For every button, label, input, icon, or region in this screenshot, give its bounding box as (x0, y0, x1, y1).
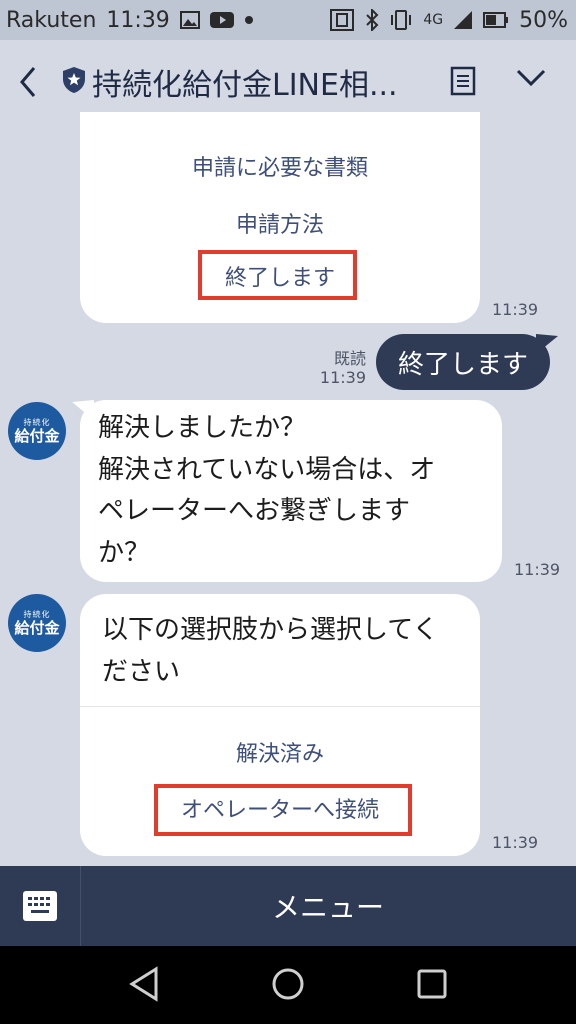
bot-avatar[interactable]: 持続化 給付金 (8, 594, 66, 652)
message-time: 11:39 (492, 300, 539, 319)
sent-message: 終了します (376, 334, 550, 390)
network-type: 4G (423, 12, 444, 28)
message-line: 解決されていない場合は、オ (98, 454, 436, 485)
battery-icon (483, 12, 509, 28)
highlight-box (198, 250, 357, 300)
square-recents-icon (417, 969, 447, 999)
avatar-main-text: 給付金 (14, 426, 60, 445)
signal-icon (453, 10, 473, 30)
avatar-top-text: 持続化 (23, 609, 51, 619)
highlight-box (154, 784, 412, 836)
nav-back-button[interactable] (128, 966, 160, 1006)
option-application-method[interactable]: 申請方法 (80, 207, 480, 239)
keyboard-toggle-button[interactable] (0, 866, 81, 946)
message-time: 11:39 (319, 368, 366, 387)
bot-avatar[interactable]: 持続化 給付金 (8, 402, 66, 460)
clock: 11:39 (106, 7, 170, 33)
divider (80, 706, 480, 707)
received-message: 解決しましたか？ 解決されていない場合は、オ ペレーターへお繋ぎします か？ (80, 400, 502, 582)
keyboard-icon (23, 891, 57, 921)
menu-label: メニュー (271, 891, 384, 924)
sent-message-text: 終了します (397, 349, 528, 380)
notification-dot-icon (244, 15, 254, 25)
message-line: か？ (98, 537, 151, 568)
nav-home-button[interactable] (271, 966, 305, 1006)
menu-button[interactable]: メニュー (80, 866, 576, 946)
message-time: 11:39 (492, 833, 539, 852)
prompt-line: 以下の選択肢から選択してく (102, 615, 439, 645)
prompt-line: ださい (102, 656, 181, 687)
avatar-top-text: 持続化 (23, 417, 51, 427)
back-button[interactable] (0, 66, 56, 98)
chevron-left-icon (20, 67, 36, 97)
image-icon (179, 11, 200, 29)
status-bar: Rakuten 11:39 4G 50% (0, 0, 576, 40)
message-line: 解決しましたか？ (98, 413, 307, 443)
circle-home-icon (272, 968, 304, 1000)
carrier-label: Rakuten (6, 7, 97, 33)
message-line: ペレーターへお繋ぎします (98, 496, 411, 527)
note-button[interactable] (450, 66, 476, 100)
choice-prompt: 以下の選択肢から選択してく ださい (102, 610, 462, 693)
read-status: 既読 (333, 349, 366, 368)
avatar-main-text: 給付金 (14, 618, 60, 637)
nav-recents-button[interactable] (416, 966, 448, 1006)
expand-menu-button[interactable] (516, 68, 546, 92)
option-required-documents[interactable]: 申請に必要な書類 (80, 150, 480, 182)
system-nav-bar (0, 946, 576, 1024)
vibrate-icon (389, 9, 413, 31)
option-resolved[interactable]: 解決済み (80, 736, 480, 768)
triangle-back-icon (129, 966, 158, 1002)
youtube-icon (209, 11, 234, 29)
verified-shield-icon (62, 66, 86, 98)
rich-menu-bar: メニュー (0, 866, 576, 946)
battery-percent: 50% (519, 7, 568, 33)
bluetooth-icon (365, 9, 379, 31)
message-time: 11:39 (514, 560, 561, 579)
nfc-icon (329, 8, 355, 32)
note-icon (450, 66, 476, 96)
chat-title: 持続化給付金LINE相... (92, 68, 398, 103)
chevron-down-icon (516, 69, 546, 87)
